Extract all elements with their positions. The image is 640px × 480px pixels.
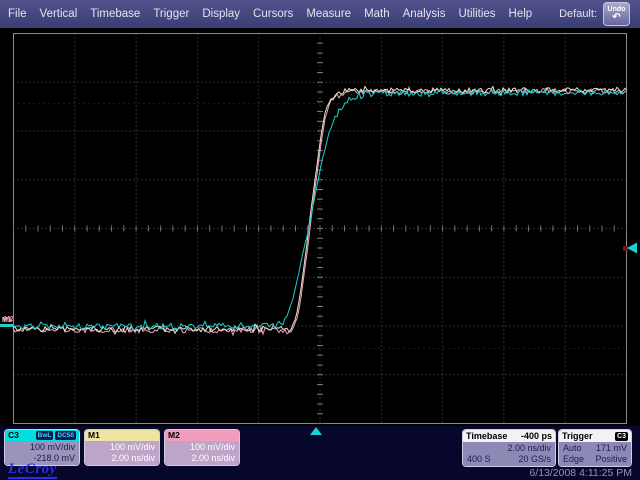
m2-label: M2 [168, 430, 180, 441]
menu-item-timebase[interactable]: Timebase [90, 8, 140, 20]
undo-button[interactable]: Undo ↶ [603, 2, 630, 26]
channel-c3-label: C3 [8, 430, 19, 441]
trigger-mode: Auto [563, 443, 582, 454]
trace-m2 [13, 87, 627, 335]
default-label: Default: [559, 8, 597, 20]
c3-zero-level-icon[interactable] [0, 324, 13, 327]
menu-item-cursors[interactable]: Cursors [253, 8, 293, 20]
menu-right-group: Default: Undo ↶ [559, 0, 630, 28]
timebase-sample-rate: 20 GS/s [518, 454, 551, 465]
menu-item-file[interactable]: File [8, 8, 27, 20]
menu-item-measure[interactable]: Measure [306, 8, 351, 20]
menu-bar: File Vertical Timebase Trigger Display C… [0, 0, 640, 28]
lecroy-logo: LeCroy [8, 461, 57, 479]
trace-descriptor-m2[interactable]: M2 100 mV/div 2.00 ns/div [164, 429, 240, 466]
menu-item-utilities[interactable]: Utilities [458, 8, 495, 20]
trace-tag-m2: M2 [4, 316, 14, 323]
bandwidth-limit-badge: BwL [36, 431, 54, 440]
oscilloscope-screen: File Vertical Timebase Trigger Display C… [0, 0, 640, 480]
trigger-level-marker-icon[interactable] [627, 243, 637, 254]
m2-volts-per-div: 100 mV/div [169, 442, 235, 453]
m1-time-per-div: 2.00 ns/div [89, 453, 155, 464]
timebase-per-div: 2.00 ns/div [467, 443, 551, 454]
trigger-level-tick [623, 246, 628, 251]
menu-item-analysis[interactable]: Analysis [403, 8, 446, 20]
menu-item-vertical[interactable]: Vertical [40, 8, 78, 20]
m2-time-per-div: 2.00 ns/div [169, 453, 235, 464]
coupling-badge: DC50 [55, 431, 76, 440]
trace-c3 [13, 89, 627, 330]
menu-item-display[interactable]: Display [202, 8, 240, 20]
timebase-offset: -400 ps [521, 431, 552, 442]
waveform-display: M1M2 [0, 0, 640, 426]
trace-descriptor-m1[interactable]: M1 100 mV/div 2.00 ns/div [84, 429, 160, 466]
trigger-descriptor[interactable]: Trigger C3 Auto 171 mV Edge Positive [558, 429, 632, 467]
trigger-slope: Positive [595, 454, 627, 465]
m1-volts-per-div: 100 mV/div [89, 442, 155, 453]
trigger-source-badge: C3 [615, 432, 628, 441]
timebase-descriptor[interactable]: Timebase -400 ps 2.00 ns/div 400 S 20 GS… [462, 429, 556, 467]
status-panel: C3 BwL DC50 100 mV/div -218.0 mV M1 100 … [0, 426, 640, 480]
timebase-samples: 400 S [467, 454, 491, 465]
trigger-type: Edge [563, 454, 584, 465]
trigger-label: Trigger [562, 431, 593, 442]
datetime-display: 6/13/2008 4:11:25 PM [529, 467, 632, 479]
undo-icon: ↶ [612, 13, 620, 22]
trigger-level: 171 mV [596, 443, 627, 454]
m1-label: M1 [88, 430, 100, 441]
trigger-time-marker-icon[interactable] [310, 427, 322, 435]
menu-item-math[interactable]: Math [364, 8, 390, 20]
trace-tag-m1: M1 [2, 317, 12, 324]
c3-volts-per-div: 100 mV/div [9, 442, 75, 453]
menu-item-help[interactable]: Help [509, 8, 533, 20]
timebase-label: Timebase [466, 431, 507, 442]
trace-m1 [13, 87, 627, 335]
menu-item-trigger[interactable]: Trigger [153, 8, 189, 20]
